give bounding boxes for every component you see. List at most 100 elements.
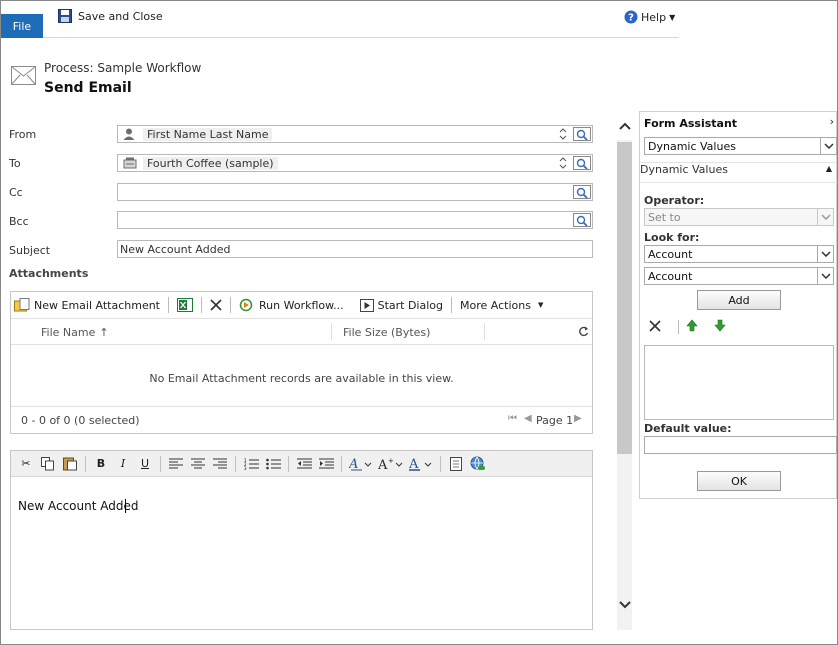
column-divider: [484, 323, 485, 340]
ribbon-divider: [43, 37, 679, 38]
assistant-mode-select[interactable]: Dynamic Values: [644, 137, 837, 155]
paste-icon[interactable]: [59, 454, 81, 474]
panel-divider: [640, 182, 837, 183]
spinner-icon[interactable]: [558, 156, 568, 170]
prev-page-icon[interactable]: ◀: [524, 413, 532, 424]
svg-text:?: ?: [628, 13, 634, 24]
bold-button[interactable]: B: [90, 454, 112, 474]
align-center-icon[interactable]: [187, 454, 209, 474]
start-dialog-label: Start Dialog: [377, 298, 443, 312]
start-dialog-button[interactable]: Start Dialog: [352, 292, 451, 318]
subject-value: New Account Added: [120, 243, 231, 256]
text-cursor: [125, 499, 126, 513]
first-page-icon[interactable]: ⏮: [508, 413, 517, 424]
look-for-entity-select[interactable]: Account: [644, 245, 834, 263]
lookup-icon[interactable]: [573, 127, 591, 142]
from-value: First Name Last Name: [143, 128, 273, 141]
to-value: Fourth Coffee (sample): [143, 157, 278, 170]
delete-button[interactable]: [202, 292, 230, 318]
chevron-down-icon: ▼: [669, 12, 676, 22]
lookup-icon[interactable]: [573, 156, 591, 171]
add-button[interactable]: Add: [697, 290, 781, 310]
align-left-icon[interactable]: [165, 454, 187, 474]
toolbar-separator: [440, 455, 441, 472]
form-assistant-title: Form Assistant: [644, 117, 738, 130]
next-page-icon[interactable]: ▶: [574, 413, 582, 424]
look-for-entity-value: Account: [648, 248, 693, 261]
align-right-icon[interactable]: [209, 454, 231, 474]
increase-indent-icon[interactable]: [315, 454, 337, 474]
file-tab[interactable]: File: [1, 14, 43, 38]
help-menu[interactable]: ? Help ▼: [624, 10, 675, 24]
attachments-section-title: Attachments: [9, 267, 89, 280]
font-family-icon[interactable]: A: [346, 454, 376, 474]
refresh-icon[interactable]: [578, 326, 589, 337]
column-file-size[interactable]: File Size (Bytes): [343, 326, 430, 339]
delete-icon: [210, 299, 222, 311]
default-value-label: Default value:: [644, 422, 732, 435]
save-and-close-label: Save and Close: [78, 9, 163, 23]
toolbar-separator: [678, 320, 679, 334]
cut-icon[interactable]: ✂: [15, 454, 37, 474]
bullet-list-icon[interactable]: [262, 454, 284, 474]
ok-button[interactable]: OK: [697, 471, 781, 491]
svg-text:A: A: [408, 457, 419, 471]
more-actions-button[interactable]: More Actions ▼: [452, 292, 551, 318]
to-field[interactable]: Fourth Coffee (sample): [117, 154, 593, 172]
italic-button[interactable]: I: [112, 454, 134, 474]
email-icon: [11, 66, 36, 85]
from-field[interactable]: First Name Last Name: [117, 125, 593, 143]
new-email-attachment-button[interactable]: New Email Attachment: [11, 292, 168, 318]
grid-column-header: File Name ↑ File Size (Bytes): [11, 320, 592, 345]
spinner-icon[interactable]: [558, 127, 568, 141]
font-size-icon[interactable]: A +: [376, 454, 406, 474]
excel-icon: [177, 298, 193, 312]
decrease-indent-icon[interactable]: [293, 454, 315, 474]
collapse-panel-icon[interactable]: ›: [830, 115, 834, 128]
scroll-down-icon[interactable]: [617, 600, 632, 616]
grid-footer: 0 - 0 of 0 (0 selected) ⏮ ◀ Page 1 ▶: [11, 406, 592, 433]
new-email-attachment-label: New Email Attachment: [34, 298, 160, 312]
column-file-name[interactable]: File Name ↑: [41, 326, 109, 339]
chevron-down-icon: [817, 268, 833, 284]
column-file-name-label: File Name: [41, 326, 96, 339]
scroll-up-icon[interactable]: [617, 121, 632, 137]
chevron-down-icon: ▼: [537, 301, 544, 309]
font-color-icon[interactable]: A: [406, 454, 436, 474]
save-and-close-button[interactable]: Save and Close: [58, 9, 163, 23]
chevron-down-icon: [817, 246, 833, 262]
from-label: From: [9, 128, 37, 141]
subject-field[interactable]: New Account Added: [117, 240, 593, 258]
delete-icon[interactable]: [649, 320, 661, 332]
chevron-up-icon[interactable]: ▲: [826, 164, 832, 173]
copy-icon[interactable]: [37, 454, 59, 474]
operator-select[interactable]: Set to: [644, 208, 834, 226]
email-body-text: New Account Added: [18, 499, 139, 513]
lookup-icon[interactable]: [573, 213, 591, 228]
look-for-label: Look for:: [644, 231, 700, 244]
form-assistant-panel: Form Assistant › Dynamic Values Dynamic …: [639, 111, 837, 499]
document-icon[interactable]: [445, 454, 467, 474]
email-body-editor[interactable]: ✂ B I U 123 A A + A New Account Added: [10, 450, 593, 630]
export-excel-button[interactable]: [169, 292, 201, 318]
chevron-down-icon: [820, 138, 836, 154]
numbered-list-icon[interactable]: 123: [240, 454, 262, 474]
insert-link-icon[interactable]: [467, 454, 489, 474]
bcc-field[interactable]: [117, 211, 593, 229]
dynamic-values-list[interactable]: [644, 345, 834, 420]
underline-button[interactable]: U: [134, 454, 156, 474]
svg-text:A: A: [349, 457, 358, 471]
process-title: Process: Sample Workflow: [44, 61, 202, 75]
look-for-field-select[interactable]: Account: [644, 267, 834, 285]
to-label: To: [9, 157, 21, 170]
move-down-icon[interactable]: [714, 319, 726, 332]
default-value-input[interactable]: [644, 436, 837, 454]
lookup-icon[interactable]: [573, 185, 591, 200]
workflow-icon: [239, 298, 253, 312]
cc-field[interactable]: [117, 183, 593, 201]
dynamic-values-section-label: Dynamic Values: [640, 163, 728, 176]
scrollbar-thumb[interactable]: [617, 142, 632, 454]
move-up-icon[interactable]: [686, 319, 698, 332]
operator-value: Set to: [648, 211, 681, 224]
run-workflow-button[interactable]: Run Workflow...: [231, 292, 352, 318]
